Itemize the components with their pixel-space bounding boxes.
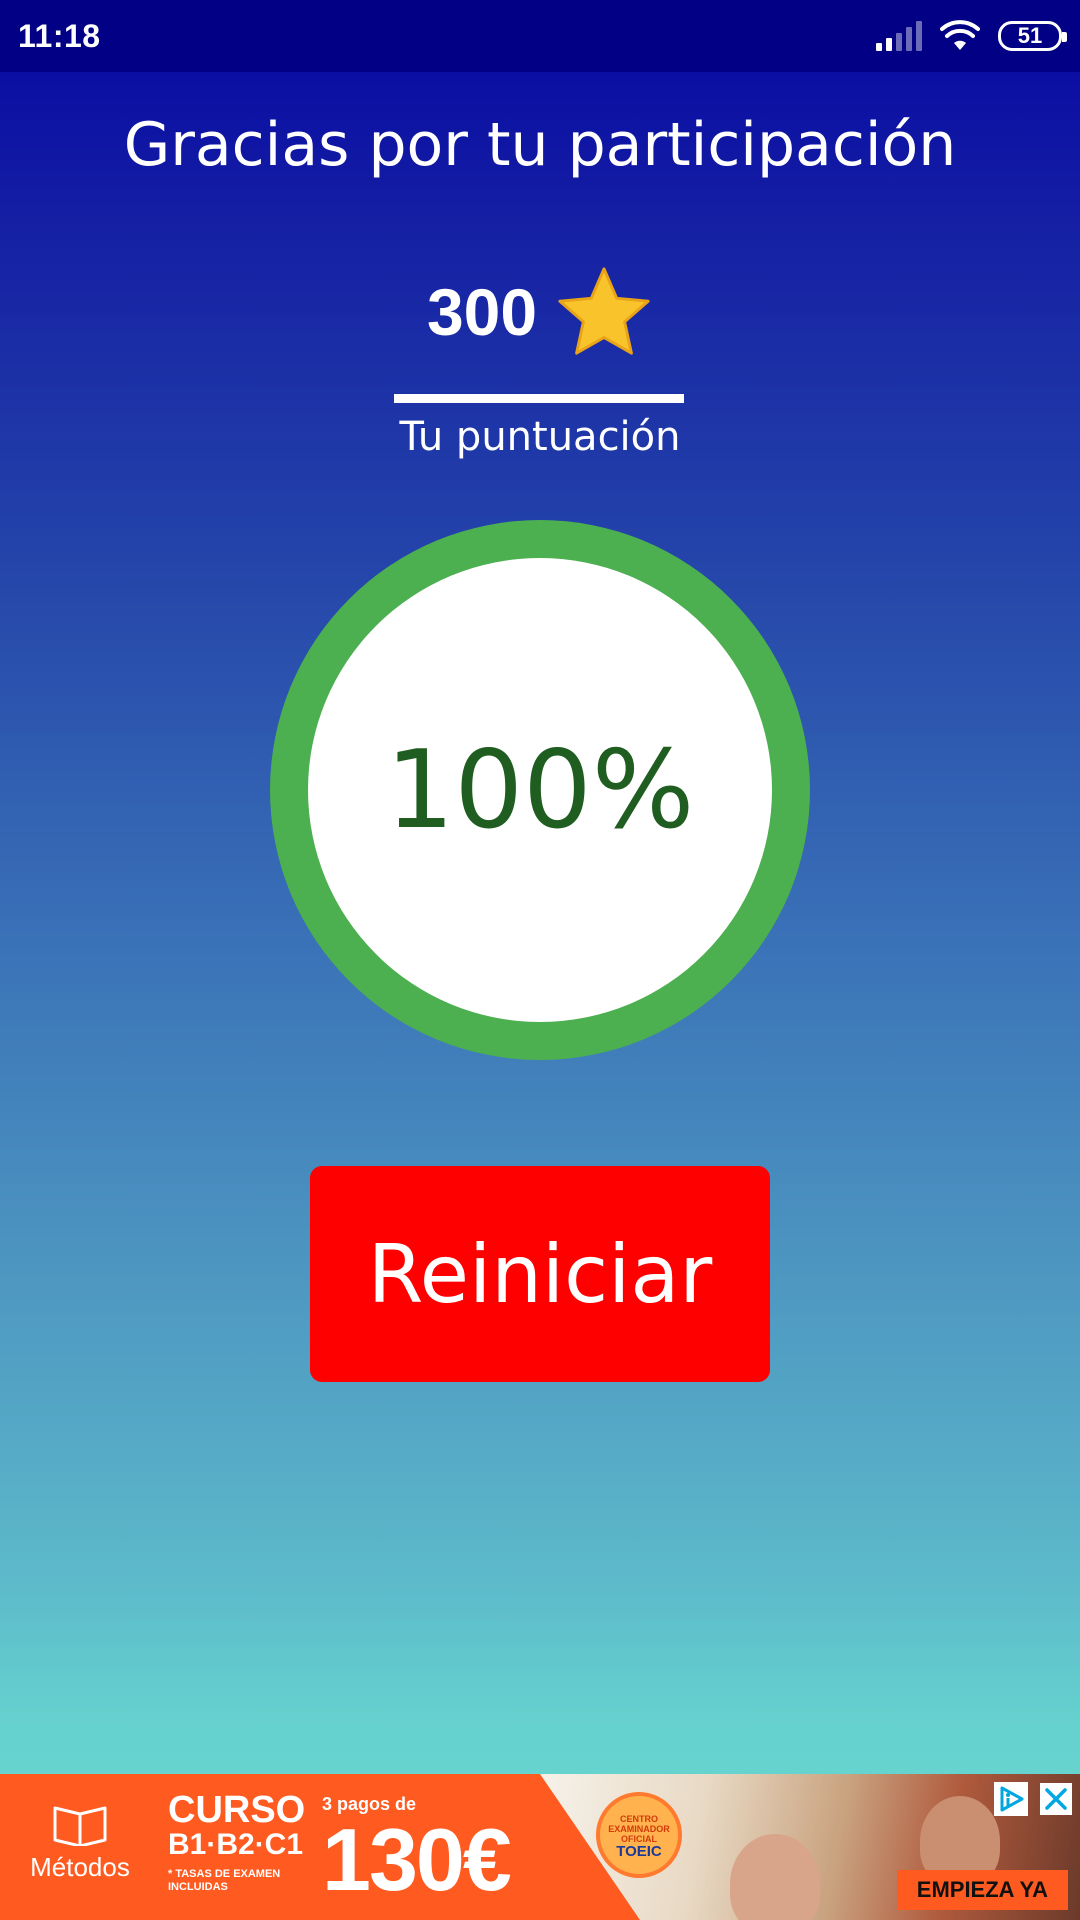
ad-seal-text: CENTRO EXAMINADOR OFICIAL xyxy=(608,1813,670,1844)
ad-seal-brand: TOEIC xyxy=(616,1842,662,1860)
score-label: Tu puntuación xyxy=(399,414,681,460)
ad-person-left xyxy=(730,1834,820,1920)
book-icon xyxy=(53,1806,107,1846)
page-title: Gracias por tu participación xyxy=(123,110,957,180)
score-row: 300 xyxy=(0,262,1080,362)
ad-brand-name: Métodos xyxy=(30,1852,130,1882)
status-icons: 51 xyxy=(876,16,1067,56)
ad-course-title: CURSO xyxy=(168,1789,306,1831)
ad-brand-logo: Métodos xyxy=(10,1802,150,1902)
score-value: 300 xyxy=(426,275,538,349)
ad-course-levels: B1·B2·C1 xyxy=(168,1828,304,1861)
adchoices-icon[interactable] xyxy=(994,1782,1028,1816)
status-time: 11:18 xyxy=(18,18,101,54)
ad-banner[interactable]: Métodos CURSO B1·B2·C1 * TASAS DE EXAMEN… xyxy=(0,1774,1080,1920)
ad-seal: CENTRO EXAMINADOR OFICIAL TOEIC xyxy=(596,1792,682,1878)
star-icon xyxy=(558,267,650,355)
close-icon[interactable] xyxy=(1040,1783,1072,1815)
restart-button[interactable]: Reiniciar xyxy=(310,1166,770,1382)
app-screen: 11:18 51 Gracias por tu participación 30… xyxy=(0,0,1080,1920)
wifi-icon xyxy=(940,20,980,50)
status-bar: 11:18 51 xyxy=(0,0,1080,72)
battery-level: 51 xyxy=(1017,23,1043,48)
ad-course-note: * TASAS DE EXAMEN INCLUIDAS xyxy=(168,1868,281,1893)
score-divider xyxy=(394,394,684,403)
ad-price: 3 pagos de 130€ xyxy=(322,1794,562,1905)
ad-controls xyxy=(994,1782,1072,1816)
battery-icon: 51 xyxy=(998,21,1067,51)
percentage-ring: 100% xyxy=(270,520,810,1060)
percentage-text: 100% xyxy=(385,727,695,853)
percentage-circle: 100% xyxy=(308,558,772,1022)
signal-icon xyxy=(876,21,922,51)
ad-cta-button[interactable]: EMPIEZA YA xyxy=(896,1870,1068,1910)
ad-course: CURSO B1·B2·C1 * TASAS DE EXAMEN INCLUID… xyxy=(168,1789,318,1894)
ad-price-value: 130€ xyxy=(322,1810,512,1909)
